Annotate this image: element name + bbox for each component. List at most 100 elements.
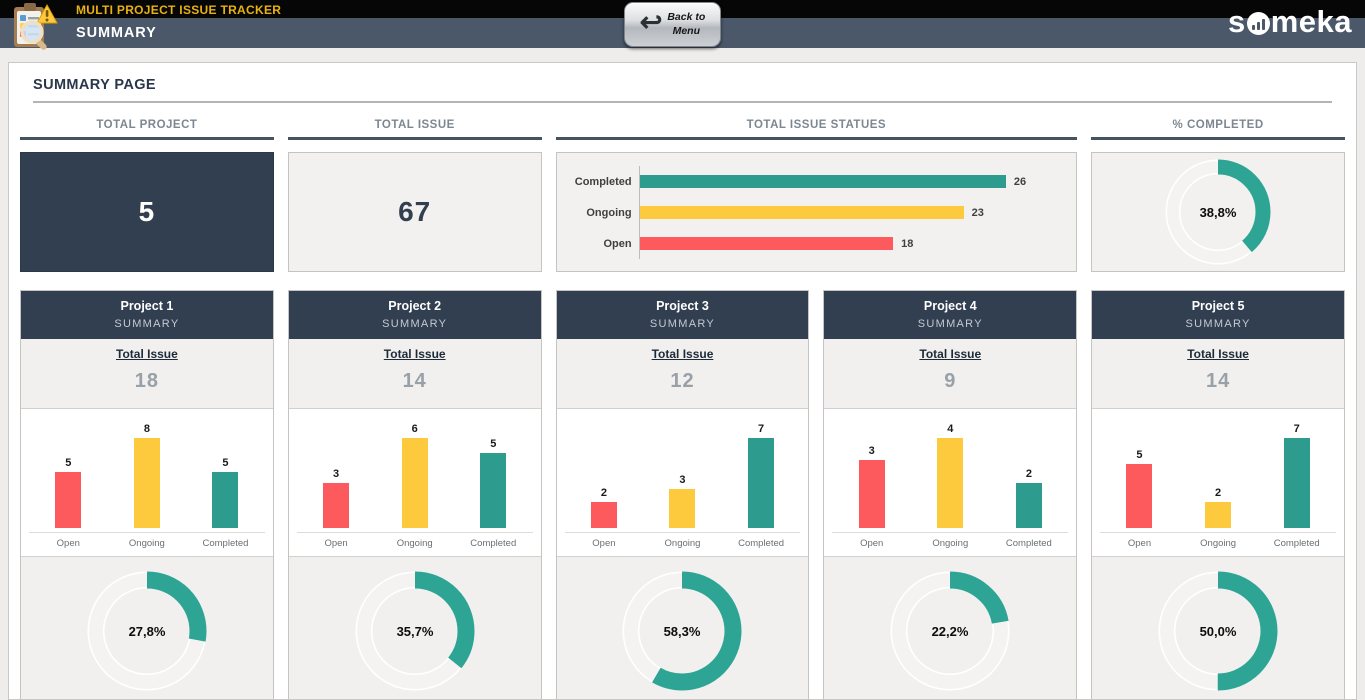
bar-plot-area: 5 8 5 <box>21 419 273 528</box>
header-page-title: SUMMARY <box>76 25 157 41</box>
bar-value-label: 7 <box>1293 423 1300 435</box>
bar-value-label: 5 <box>490 438 497 450</box>
bar <box>55 472 82 528</box>
donut-percentage: 50,0% <box>1200 624 1237 639</box>
donut-chart: 38,8% <box>1165 159 1271 265</box>
total-project-value: 5 <box>138 196 156 227</box>
someka-logo[interactable]: s meka <box>1228 6 1352 37</box>
total-issue-value: 9 <box>944 370 957 392</box>
kpi-issue-statuses: TOTAL ISSUE STATUES Completed 26 Ongoing 23… <box>555 117 1078 272</box>
back-to-menu-label: Back to Menu <box>667 11 705 38</box>
status-bar-value: 18 <box>901 237 914 250</box>
bar <box>212 472 239 528</box>
project-name: Project 3 <box>656 299 709 313</box>
bar-value-label: 3 <box>333 468 340 480</box>
kpi-total-project-label: TOTAL PROJECT <box>96 119 198 131</box>
bar-value-label: 2 <box>1215 487 1222 499</box>
issue-tracker-app-icon <box>9 2 58 55</box>
status-category-label: Completed <box>574 175 632 188</box>
project-subtitle: SUMMARY <box>1185 318 1251 330</box>
donut-percentage: 35,7% <box>396 624 433 639</box>
bar-category-label: Completed <box>202 538 249 549</box>
project-card-header: Project 3 SUMMARY <box>556 291 809 339</box>
bar-value-label: 6 <box>411 423 418 435</box>
total-issue-value: 12 <box>670 370 695 392</box>
bar-value-label: 5 <box>222 457 229 469</box>
total-issue-value: 67 <box>398 196 432 227</box>
project-card: Project 2 SUMMARY Total Issue 14 3 6 5 Open Ongo… <box>287 290 542 699</box>
project-card: Project 1 SUMMARY Total Issue 18 5 8 5 Open Ongo… <box>20 290 274 699</box>
page-title: SUMMARY PAGE <box>33 77 156 93</box>
project-card: Project 5 SUMMARY Total Issue 14 5 2 7 Open Ongo… <box>1091 290 1345 699</box>
back-label-line2: Menu <box>672 24 701 37</box>
status-bar-value: 23 <box>971 206 984 219</box>
bar-category-label: Completed <box>1273 538 1320 549</box>
bar-axis-labels: Open Ongoing Completed <box>296 532 533 549</box>
status-bar <box>639 175 1006 188</box>
bar-column: 5 <box>186 457 265 528</box>
donut-chart: 58,3% <box>622 571 742 691</box>
bar <box>133 438 160 528</box>
bar-category-label: Ongoing <box>396 538 433 549</box>
project-name: Project 5 <box>1191 299 1245 313</box>
total-issue-value: 18 <box>134 370 160 392</box>
bar-column: 2 <box>1179 487 1258 528</box>
project-subtitle: SUMMARY <box>114 318 180 330</box>
kpi-underline <box>20 137 274 140</box>
bar-column: 3 <box>643 474 722 528</box>
status-bar-area: 18 <box>638 228 1063 259</box>
kpi-underline <box>287 137 542 140</box>
project-bar-chart: 5 2 7 Open Ongoing Completed <box>1092 409 1344 557</box>
bar-axis-labels: Open Ongoing Completed <box>832 532 1069 549</box>
total-issue-label: Total Issue <box>919 347 982 361</box>
project-bar-chart: 2 3 7 Open Ongoing Completed <box>556 409 809 557</box>
project-total-section: Total Issue 12 <box>556 339 809 409</box>
donut-percentage: 58,3% <box>664 624 701 639</box>
status-bar-row: Ongoing 23 <box>561 197 1063 228</box>
bar <box>1015 483 1042 528</box>
back-label-line1: Back to <box>667 10 706 23</box>
status-bar-value: 26 <box>1013 175 1027 188</box>
project-total-section: Total Issue 14 <box>288 339 541 409</box>
kpi-row: TOTAL PROJECT 5 TOTAL ISSUE 67 TOTAL ISS… <box>20 117 1345 272</box>
bar-column: 4 <box>911 423 990 528</box>
project-subtitle: SUMMARY <box>649 318 716 330</box>
status-category-label: Open <box>603 237 632 250</box>
status-bar-row: Open 18 <box>561 228 1063 259</box>
kpi-percent-completed: % COMPLETED 38,8% <box>1091 117 1345 272</box>
bar-plot-area: 3 4 2 <box>824 419 1076 528</box>
bar-value-label: 2 <box>1025 468 1032 480</box>
bar-value-label: 3 <box>679 474 686 486</box>
logo-text-end: meka <box>1270 4 1352 39</box>
project-name: Project 2 <box>388 299 442 313</box>
bar-category-label: Open <box>592 538 616 549</box>
bar-column: 5 <box>1100 449 1179 528</box>
bar-axis-labels: Open Ongoing Completed <box>1100 532 1336 549</box>
total-issue-value: 14 <box>402 370 427 392</box>
kpi-issue-statuses-label: TOTAL ISSUE STATUES <box>746 119 887 131</box>
bar <box>858 460 885 528</box>
projects-row: Project 1 SUMMARY Total Issue 18 5 8 5 Open Ongo… <box>20 290 1345 699</box>
bar <box>1205 502 1232 528</box>
bar <box>1126 464 1153 528</box>
bar-axis-labels: Open Ongoing Completed <box>29 532 265 549</box>
kpi-underline <box>1091 137 1345 140</box>
total-issue-box: 67 <box>287 152 542 272</box>
donut-chart: 50,0% <box>1158 571 1278 691</box>
issue-statuses-box: Completed 26 Ongoing 23 Open 18 <box>555 152 1078 272</box>
bar <box>748 438 775 528</box>
project-card-header: Project 5 SUMMARY <box>1092 291 1344 339</box>
status-bar-area: 23 <box>638 197 1063 228</box>
back-to-menu-button[interactable]: ↩ Back to Menu <box>624 2 721 47</box>
bar-axis-labels: Open Ongoing Completed <box>564 532 801 549</box>
project-subtitle: SUMMARY <box>382 318 448 330</box>
project-donut-section: 22,2% <box>824 557 1076 699</box>
project-total-section: Total Issue 18 <box>21 339 273 409</box>
project-total-section: Total Issue 9 <box>824 339 1077 409</box>
back-arrow-icon: ↩ <box>639 7 663 37</box>
bar-category-label: Ongoing <box>128 538 165 549</box>
bar-column: 3 <box>297 468 376 528</box>
bar-category-label: Completed <box>470 538 517 549</box>
logo-chart-o-icon <box>1246 11 1270 35</box>
project-subtitle: SUMMARY <box>917 318 983 330</box>
